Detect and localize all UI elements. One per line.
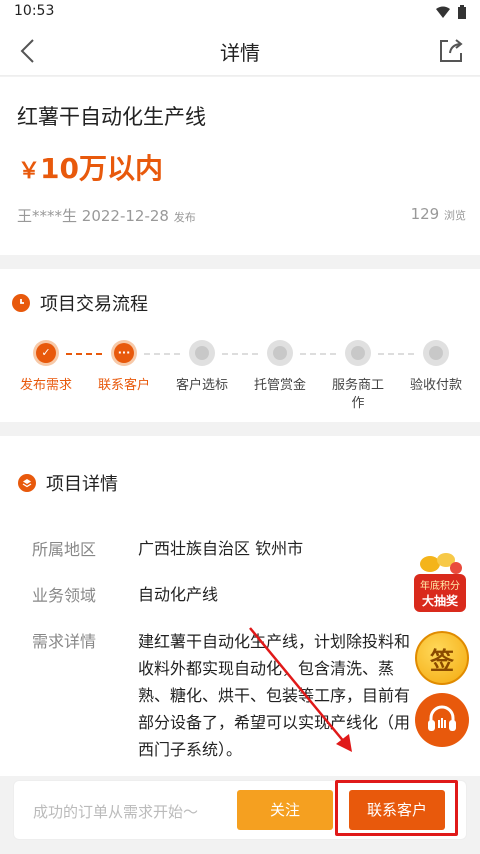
highlight-box <box>335 780 458 836</box>
annotation-arrow <box>249 627 352 752</box>
